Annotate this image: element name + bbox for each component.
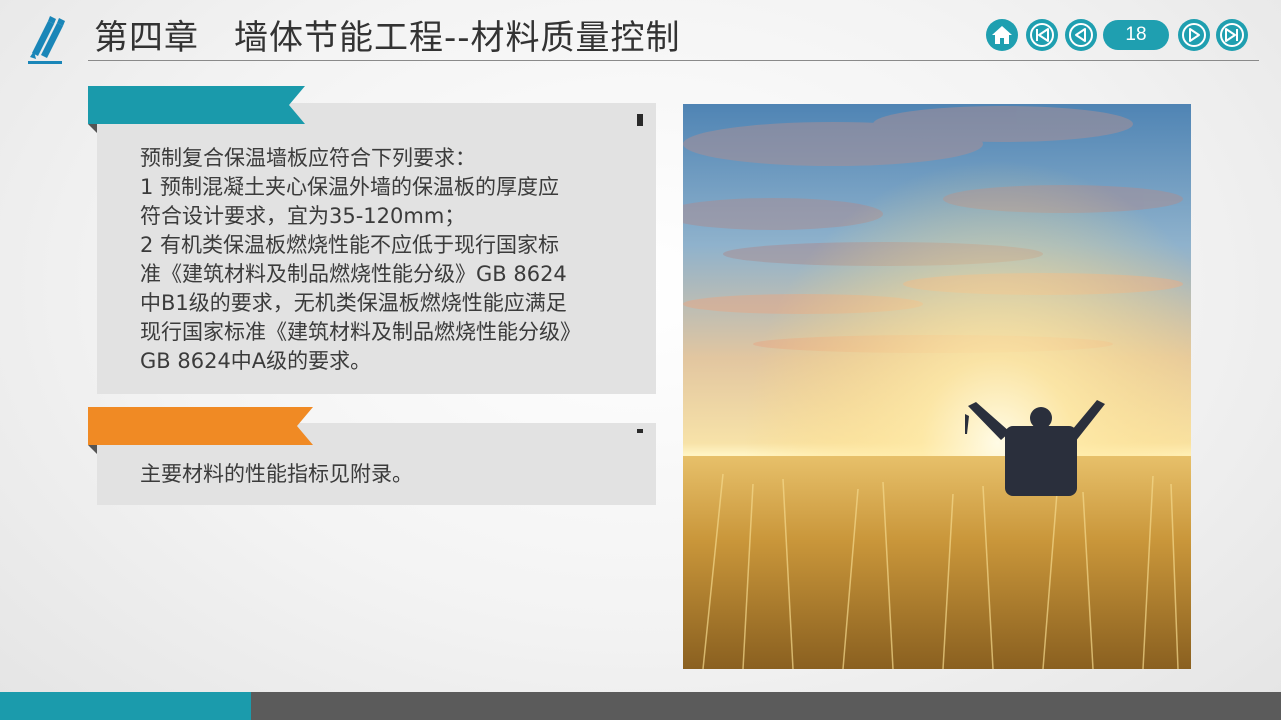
requirements-text: 预制复合保温墙板应符合下列要求： 1 预制混凝土夹心保温外墙的保温板的厚度应 符… <box>140 144 640 376</box>
home-button[interactable] <box>986 19 1018 51</box>
text-line: 1 预制混凝土夹心保温外墙的保温板的厚度应 <box>140 175 560 199</box>
home-icon <box>992 26 1012 44</box>
page-title: 第四章 墙体节能工程--材料质量控制 <box>94 18 681 58</box>
footer-bar <box>251 692 1281 720</box>
card-tab-orange <box>88 407 313 445</box>
card-fold <box>88 124 97 133</box>
appendix-text: 主要材料的性能指标见附录。 <box>140 460 640 489</box>
last-page-button[interactable] <box>1216 19 1248 51</box>
text-line: 符合设计要求，宜为35-120mm； <box>140 204 466 228</box>
page-number: 18 <box>1103 20 1169 50</box>
pencil-logo-icon <box>28 16 65 64</box>
next-page-button[interactable] <box>1178 19 1210 51</box>
footer-bar-accent <box>0 692 251 720</box>
next-page-icon <box>1182 23 1206 47</box>
card-corner-mark <box>637 114 643 126</box>
text-line: GB 8624中A级的要求。 <box>140 349 372 373</box>
text-line: 预制复合保温墙板应符合下列要求： <box>140 146 476 170</box>
text-line: 中B1级的要求，无机类保温板燃烧性能应满足 <box>140 291 567 315</box>
text-line: 现行国家标准《建筑材料及制品燃烧性能分级》 <box>140 320 581 344</box>
card-tab-teal <box>88 86 305 124</box>
text-line: 准《建筑材料及制品燃烧性能分级》GB 8624 <box>140 262 567 286</box>
previous-page-icon <box>1069 23 1093 47</box>
card-corner-mark <box>637 429 643 433</box>
first-page-icon <box>1030 23 1054 47</box>
text-line: 主要材料的性能指标见附录。 <box>140 462 413 486</box>
text-line: 2 有机类保温板燃烧性能不应低于现行国家标 <box>140 233 560 257</box>
last-page-icon <box>1220 23 1244 47</box>
title-divider <box>88 60 1259 61</box>
slide-navigation: 18 <box>986 19 1248 51</box>
previous-page-button[interactable] <box>1065 19 1097 51</box>
card-fold <box>88 445 97 454</box>
wheat-field-photo <box>683 104 1191 669</box>
first-page-button[interactable] <box>1026 19 1058 51</box>
